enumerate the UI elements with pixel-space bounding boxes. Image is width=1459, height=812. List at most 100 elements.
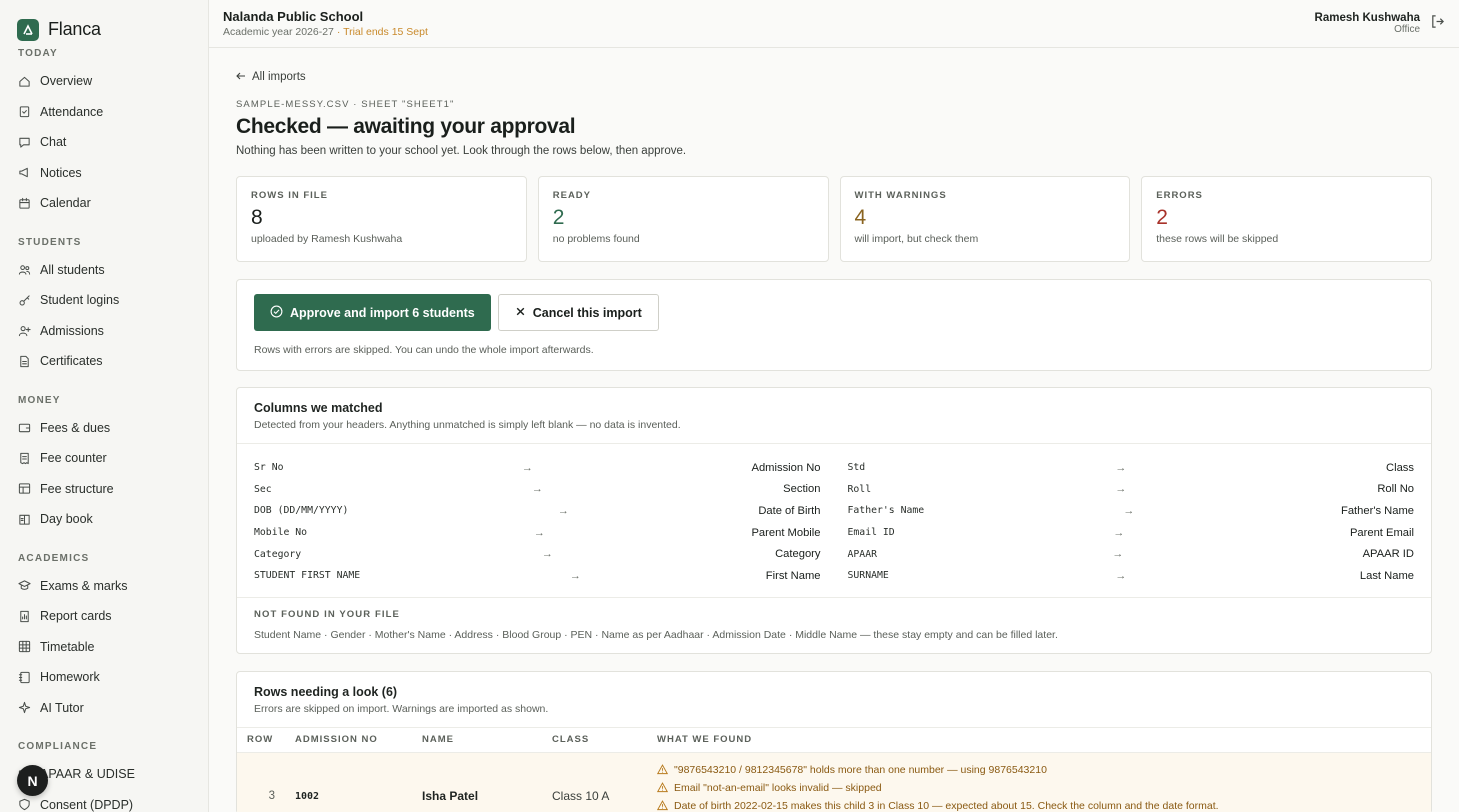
sidebar-item-admissions[interactable]: Admissions <box>0 316 208 347</box>
sidebar-item-timetable[interactable]: Timetable <box>0 632 208 663</box>
sidebar-item-report-cards[interactable]: Report cards <box>0 601 208 632</box>
stat-card: WITH WARNINGS 4 will import, but check the… <box>839 176 1131 262</box>
nav-section-title: MONEY <box>18 394 61 406</box>
actions-note: Rows with errors are skipped. You can un… <box>254 344 594 356</box>
arrow-left-icon <box>236 71 246 84</box>
approve-button-label: Approve and import 6 students <box>290 305 475 320</box>
stat-card: ERRORS 2 these rows will be skipped <box>1141 176 1432 262</box>
sidebar-item-day-book[interactable]: Day book <box>0 504 208 535</box>
col-header-class: CLASS <box>552 734 590 746</box>
clipboard-check-icon <box>18 105 31 118</box>
report-icon <box>18 610 31 623</box>
cancel-button[interactable]: Cancel this import <box>497 294 659 331</box>
sidebar-item-label: Fee counter <box>40 451 107 466</box>
receipt-icon <box>18 452 31 465</box>
sidebar-item-certificates[interactable]: Certificates <box>0 346 208 377</box>
stat-card: READY 2 no problems found <box>537 176 829 262</box>
row-findings: "9876543210 / 9812345678" holds more tha… <box>647 753 1431 812</box>
approve-button[interactable]: Approve and import 6 students <box>254 294 491 331</box>
sidebar-item-label: Certificates <box>40 354 103 369</box>
stat-value: 2 <box>552 206 565 229</box>
sidebar-item-calendar[interactable]: Calendar <box>0 188 208 219</box>
sidebar-item-fees-dues[interactable]: Fees & dues <box>0 413 208 444</box>
table-row[interactable]: 3 1002 Isha Patel Class 10 A "9876543210 / 9… <box>237 752 1431 812</box>
mapping-source: DOB (DD/MM/YYYY) <box>254 505 349 517</box>
stat-value: 8 <box>251 206 263 229</box>
calendar-icon <box>18 197 31 210</box>
mapping-left: Sr No → Admission No Sec → Section DOB (DD/MM/… <box>254 457 821 587</box>
sidebar-item-fee-structure[interactable]: Fee structure <box>0 474 208 505</box>
columns-subtitle: Detected from your headers. Anything unm… <box>254 419 681 431</box>
key-icon <box>18 294 31 307</box>
nav-section-title: TODAY <box>18 48 58 59</box>
trial-notice[interactable]: Trial ends 15 Sept <box>343 26 428 38</box>
arrow-right-icon: → <box>1115 483 1127 496</box>
row-class: Class 10 A <box>552 788 610 803</box>
check-circle-icon <box>270 305 283 321</box>
sidebar-item-student-logins[interactable]: Student logins <box>0 285 208 316</box>
table-header: ROW ADMISSION NO NAME CLASS WHAT WE FOUN… <box>237 726 1431 753</box>
sidebar-item-attendance[interactable]: Attendance <box>0 97 208 128</box>
stat-description: no problems found <box>552 233 640 245</box>
page-subtitle: Nothing has been written to your school … <box>236 145 687 157</box>
sidebar-item-label: Calendar <box>40 196 91 211</box>
back-link[interactable]: All imports <box>236 70 1432 84</box>
arrow-right-icon: → <box>569 569 581 582</box>
not-found-list: Student Name · Gender · Mother's Name · … <box>254 628 1058 641</box>
stat-card: ROWS IN FILE 8 uploaded by Ramesh Kushwaha <box>236 176 527 262</box>
sidebar-item-exams-marks[interactable]: Exams & marks <box>0 571 208 602</box>
sidebar-item-overview[interactable]: Overview <box>0 66 208 97</box>
mapping-row: SURNAME → Last Name <box>848 565 1415 587</box>
sidebar-item-label: Fees & dues <box>40 420 111 435</box>
mapping-source: Category <box>254 548 302 560</box>
stat-label: READY <box>552 190 592 201</box>
mapping-source: Sec <box>254 483 272 495</box>
user-info: Ramesh Kushwaha Office <box>1315 12 1420 35</box>
warning-icon <box>657 800 668 811</box>
chat-icon <box>18 136 31 149</box>
sidebar-item-label: Chat <box>40 135 67 150</box>
warning-line: "9876543210 / 9812345678" holds more tha… <box>657 761 1431 779</box>
sidebar-item-chat[interactable]: Chat <box>0 127 208 158</box>
sidebar-item-fee-counter[interactable]: Fee counter <box>0 443 208 474</box>
user-role: Office <box>1394 24 1420 35</box>
back-link-label: All imports <box>252 71 306 83</box>
school-block: Nalanda Public School Academic year 2026… <box>223 9 428 38</box>
mapping-target: Category <box>775 548 821 561</box>
users-icon <box>18 263 31 276</box>
not-found-section: NOT FOUND IN YOUR FILE Student Name · Ge… <box>237 598 1431 653</box>
sidebar-item-homework[interactable]: Homework <box>0 662 208 693</box>
rows-subtitle: Errors are skipped on import. Warnings a… <box>254 702 549 715</box>
home-icon <box>18 75 31 88</box>
sidebar-item-notices[interactable]: Notices <box>0 158 208 189</box>
columns-card: Columns we matched Detected from your he… <box>236 387 1432 654</box>
sidebar-item-label: Student logins <box>40 293 120 308</box>
mapping-target: Parent Email <box>1349 526 1414 539</box>
sidebar-item-ai-tutor[interactable]: AI Tutor <box>0 693 208 724</box>
academic-year: Academic year 2026-27 <box>223 26 334 38</box>
mapping-row: Sec → Section <box>254 479 821 501</box>
sidebar-item-label: Attendance <box>40 104 104 119</box>
arrow-right-icon: → <box>1113 526 1125 539</box>
user-block: Ramesh Kushwaha Office <box>1315 12 1445 35</box>
brand[interactable]: Flanca <box>0 0 208 46</box>
stats-row: ROWS IN FILE 8 uploaded by Ramesh Kushwaha… <box>236 176 1432 262</box>
file-line: SAMPLE-MESSY.CSV · SHEET "SHEET1" <box>236 99 455 110</box>
warning-text: Email "not-an-email" looks invalid — ski… <box>674 781 882 794</box>
mapping-target: Class <box>1386 461 1414 474</box>
table-icon <box>18 482 31 495</box>
mapping-target: Section <box>783 483 821 496</box>
action-buttons: Approve and import 6 students Cancel thi… <box>254 294 1414 331</box>
col-header-row: ROW <box>247 734 274 746</box>
row-admission-no: 1002 <box>295 790 320 802</box>
logout-icon[interactable] <box>1430 14 1445 34</box>
arrow-right-icon: → <box>1115 569 1127 582</box>
avatar[interactable]: N <box>17 765 48 796</box>
user-plus-icon <box>18 324 31 337</box>
mapping-right: Std → Class Roll → Roll No Father's Name → Fathe… <box>848 457 1415 587</box>
sidebar-item-all-students[interactable]: All students <box>0 255 208 286</box>
school-subtitle: Academic year 2026-27 · Trial ends 15 Se… <box>223 26 428 38</box>
nav-gap <box>0 219 208 235</box>
arrow-right-icon: → <box>541 548 553 561</box>
sidebar-item-label: All students <box>40 262 105 277</box>
